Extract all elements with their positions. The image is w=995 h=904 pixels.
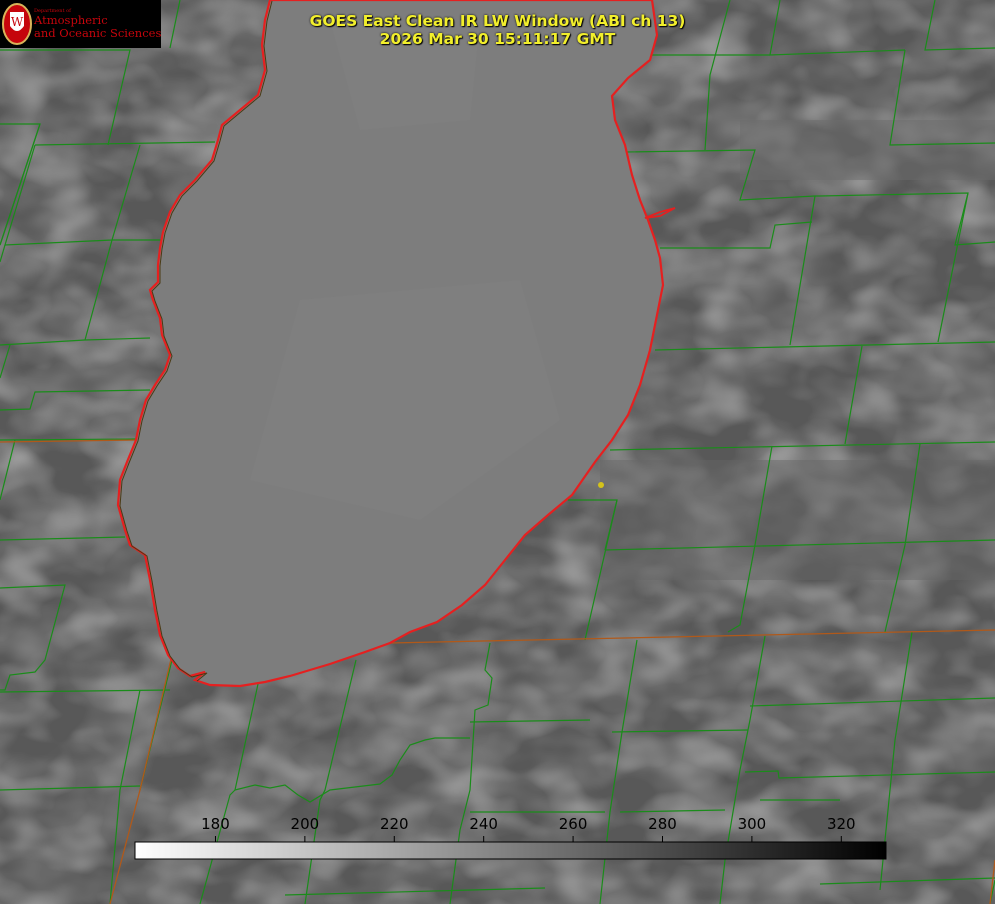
colorbar-tick-label: 320 <box>826 815 856 833</box>
logo-line-2: and Oceanic Sciences <box>34 26 162 40</box>
colorbar-tick-label: 280 <box>648 815 677 833</box>
image-title: GOES East Clean IR LW Window (ABI ch 13) <box>309 12 686 30</box>
uw-crest-icon: W <box>2 3 32 45</box>
colorbar-tick-label: 200 <box>290 815 320 833</box>
colorbar-tick-label: 300 <box>737 815 767 833</box>
satellite-map <box>0 0 995 904</box>
seal-letter: W <box>11 15 24 29</box>
image-timestamp: 2026 Mar 30 15:11:17 GMT <box>379 30 616 48</box>
cloud-band <box>600 460 995 580</box>
colorbar <box>134 841 887 860</box>
colorbar-tick-label: 180 <box>201 815 230 833</box>
colorbar-tick-label: 260 <box>558 815 588 833</box>
uw-aos-logo: W Department of Atmospheric and Oceanic … <box>0 0 161 48</box>
colorbar-tick-label: 240 <box>469 815 498 833</box>
cloud-band <box>740 120 995 180</box>
station-marker <box>598 482 604 488</box>
colorbar-tick-label: 220 <box>379 815 409 833</box>
